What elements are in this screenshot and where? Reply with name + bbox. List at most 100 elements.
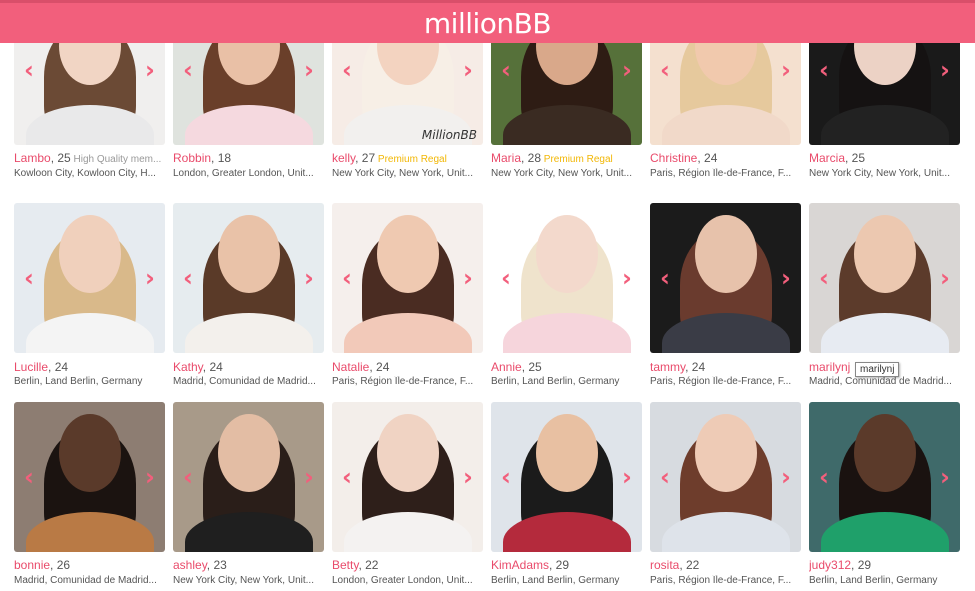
profile-photo[interactable]: ‹ › [173,203,324,353]
chevron-left-icon[interactable]: ‹ [656,58,674,82]
profile-age: , 27 [355,151,376,165]
photo-face [694,414,757,492]
profile-name[interactable]: Lucille [14,360,48,374]
chevron-right-icon[interactable]: › [300,266,318,290]
chevron-left-icon[interactable]: ‹ [815,465,833,489]
chevron-right-icon[interactable]: › [777,266,795,290]
profile-name[interactable]: Robbin [173,151,211,165]
photo-watermark: MillionBB [421,128,477,142]
chevron-right-icon[interactable]: › [459,465,477,489]
profile-name-line: tammy, 24 [650,360,805,374]
profile-name[interactable]: kelly [332,151,355,165]
chevron-left-icon[interactable]: ‹ [656,266,674,290]
chevron-right-icon[interactable]: › [300,465,318,489]
chevron-right-icon[interactable]: › [777,465,795,489]
chevron-left-icon[interactable]: ‹ [179,266,197,290]
profile-location: Madrid, Comunidad de Madrid... [14,575,157,586]
chevron-left-icon[interactable]: ‹ [20,58,38,82]
chevron-right-icon[interactable]: › [618,266,636,290]
profile-location: New York City, New York, Unit... [809,168,950,179]
chevron-left-icon[interactable]: ‹ [20,465,38,489]
profile-photo[interactable]: ‹ › [809,402,960,552]
chevron-right-icon[interactable]: › [300,58,318,82]
profile-age: , 29 [549,558,570,572]
profile-photo[interactable]: ‹ › [491,402,642,552]
profile-photo[interactable]: ‹ › [809,203,960,353]
chevron-left-icon[interactable]: ‹ [497,58,515,82]
profile-name-line: Lambo, 25 High Quality mem... [14,151,169,167]
profile-location: Berlin, Land Berlin, Germany [491,575,620,586]
chevron-right-icon[interactable]: › [459,58,477,82]
profile-name[interactable]: Christine [650,151,697,165]
profile-age: , 24 [685,360,706,374]
chevron-left-icon[interactable]: ‹ [497,465,515,489]
photo-face [694,215,757,293]
chevron-left-icon[interactable]: ‹ [656,465,674,489]
header-bar: millionBB [0,0,975,43]
chevron-right-icon[interactable]: › [459,266,477,290]
profile-name[interactable]: ashley [173,558,207,572]
profile-location: Berlin, Land Berlin, Germany [14,376,143,387]
profile-photo[interactable]: ‹ › [14,402,165,552]
chevron-right-icon[interactable]: › [936,465,954,489]
membership-badge: Premium Regal [375,154,447,165]
profile-name[interactable]: marilynj [809,360,850,374]
chevron-right-icon[interactable]: › [141,58,159,82]
profile-age: , 29 [851,558,872,572]
profile-photo[interactable]: ‹ › [491,203,642,353]
profile-name[interactable]: tammy [650,360,685,374]
logo[interactable]: millionBB [424,7,552,40]
profile-photo[interactable]: ‹ › [650,402,801,552]
profile-name[interactable]: Annie [491,360,522,374]
profile-name[interactable]: Lambo [14,151,51,165]
profile-photo[interactable]: ‹ › [14,203,165,353]
chevron-right-icon[interactable]: › [141,266,159,290]
profile-location: Kowloon City, Kowloon City, H... [14,168,156,179]
profile-age: , 25 [50,151,71,165]
profile-name-line: Kathy, 24 [173,360,328,374]
profile-photo[interactable]: ‹ › [332,203,483,353]
profile-age: , 28 [521,151,542,165]
profile-name[interactable]: Kathy [173,360,203,374]
profile-location: Berlin, Land Berlin, Germany [491,376,620,387]
profile-name[interactable]: Natalie [332,360,369,374]
chevron-left-icon[interactable]: ‹ [338,266,356,290]
profile-age: , 26 [50,558,71,572]
profile-location: London, Greater London, Unit... [173,168,314,179]
chevron-left-icon[interactable]: ‹ [20,266,38,290]
profile-name-line: Natalie, 24 [332,360,487,374]
profile-photo[interactable]: ‹ › [173,402,324,552]
profile-age: , 23 [206,558,227,572]
chevron-right-icon[interactable]: › [618,58,636,82]
profile-photo[interactable]: ‹ › [332,402,483,552]
profile-name-line: kelly, 27 Premium Regal [332,151,487,167]
chevron-left-icon[interactable]: ‹ [815,266,833,290]
profile-name[interactable]: judy312 [809,558,851,572]
profile-name-line: Robbin, 18 [173,151,328,165]
chevron-left-icon[interactable]: ‹ [179,58,197,82]
profile-name[interactable]: KimAdams [491,558,549,572]
profile-name[interactable]: Betty [332,558,358,572]
chevron-right-icon[interactable]: › [141,465,159,489]
chevron-left-icon[interactable]: ‹ [815,58,833,82]
chevron-left-icon[interactable]: ‹ [179,465,197,489]
photo-face [58,215,121,293]
photo-face [58,414,121,492]
profile-name[interactable]: Marcia [809,151,845,165]
chevron-right-icon[interactable]: › [936,58,954,82]
profile-location: Paris, Région Île-de-France, F... [332,376,474,387]
profile-name[interactable]: rosita [650,558,679,572]
profile-location: New York City, New York, Unit... [491,168,632,179]
profile-age: , 25 [521,360,542,374]
chevron-right-icon[interactable]: › [618,465,636,489]
chevron-left-icon[interactable]: ‹ [338,58,356,82]
profile-name[interactable]: bonnie [14,558,50,572]
chevron-left-icon[interactable]: ‹ [338,465,356,489]
profile-name-line: Annie, 25 [491,360,646,374]
profile-name[interactable]: Maria [491,151,521,165]
chevron-left-icon[interactable]: ‹ [497,266,515,290]
profile-photo[interactable]: ‹ › [650,203,801,353]
chevron-right-icon[interactable]: › [936,266,954,290]
profile-age: , 24 [48,360,69,374]
chevron-right-icon[interactable]: › [777,58,795,82]
